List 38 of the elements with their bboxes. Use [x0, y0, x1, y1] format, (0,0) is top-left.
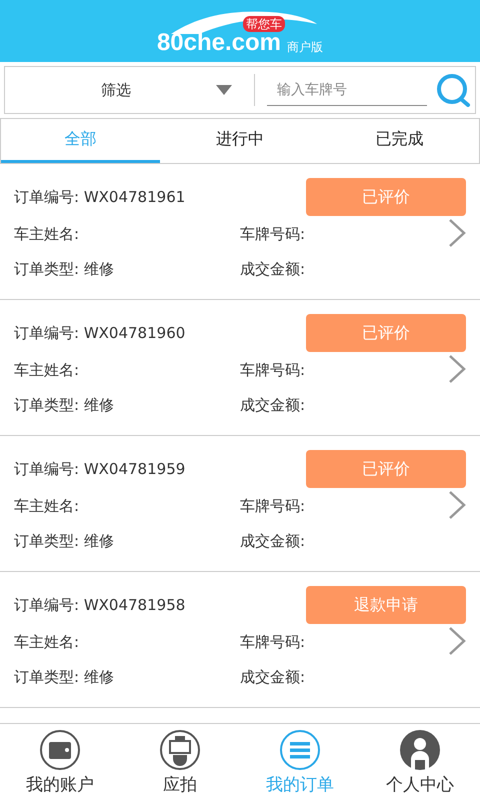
- edition-label: 商户版: [287, 39, 324, 56]
- hand-card-icon: [159, 728, 201, 770]
- plate-number-label: 车牌号码:: [240, 496, 306, 516]
- owner-name-label: 车主姓名:: [14, 224, 80, 244]
- search-icon[interactable]: [435, 73, 471, 107]
- person-icon: [399, 728, 441, 770]
- amount-label: 成交金额:: [240, 396, 306, 415]
- order-number: 订单编号: WX04781958: [14, 596, 186, 614]
- wallet-icon: [39, 728, 81, 770]
- order-card[interactable]: 订单编号: WX04781960 已评价 车主姓名: 车牌号码: 订单类型: 维修 成交金额:: [0, 300, 480, 436]
- chevron-right-icon[interactable]: [448, 218, 466, 248]
- plate-number-label: 车牌号码:: [240, 632, 306, 652]
- chevron-right-icon[interactable]: [448, 490, 466, 520]
- order-number: 订单编号: WX04781959: [14, 460, 186, 478]
- plate-number-label: 车牌号码:: [240, 224, 306, 244]
- order-card[interactable]: 订单编号: WX04781961 已评价 车主姓名: 车牌号码: 订单类型: 维修 成交金额:: [0, 164, 480, 300]
- owner-name-label: 车主姓名:: [14, 360, 80, 380]
- order-card[interactable]: 订单编号: WX04781959 已评价 车主姓名: 车牌号码: 订单类型: 维修 成交金额:: [0, 436, 480, 572]
- order-card[interactable]: 订单编号: WX04781958 退款申请 车主姓名: 车牌号码: 订单类型: 维修 成交金额:: [0, 572, 480, 708]
- owner-name-label: 车主姓名:: [14, 632, 80, 652]
- amount-label: 成交金额:: [240, 668, 306, 687]
- amount-label: 成交金额:: [240, 260, 306, 279]
- order-type-label: 订单类型: 维修: [14, 396, 115, 415]
- order-number: 订单编号: WX04781961: [14, 188, 186, 206]
- owner-name-label: 车主姓名:: [14, 496, 80, 516]
- order-type-label: 订单类型: 维修: [14, 532, 115, 551]
- chevron-right-icon[interactable]: [448, 626, 466, 656]
- order-number: 订单编号: WX04781960: [14, 324, 186, 342]
- order-type-label: 订单类型: 维修: [14, 668, 115, 687]
- chevron-right-icon[interactable]: [448, 354, 466, 384]
- filter-dropdown[interactable]: 筛选: [5, 74, 255, 106]
- list-icon: [279, 728, 321, 770]
- caret-icon: [216, 85, 232, 95]
- logo-text: 80che.com: [156, 30, 282, 56]
- logo-badge: 帮您车: [242, 16, 285, 32]
- order-type-label: 订单类型: 维修: [14, 260, 115, 279]
- plate-number-label: 车牌号码:: [240, 360, 306, 380]
- amount-label: 成交金额:: [240, 532, 306, 551]
